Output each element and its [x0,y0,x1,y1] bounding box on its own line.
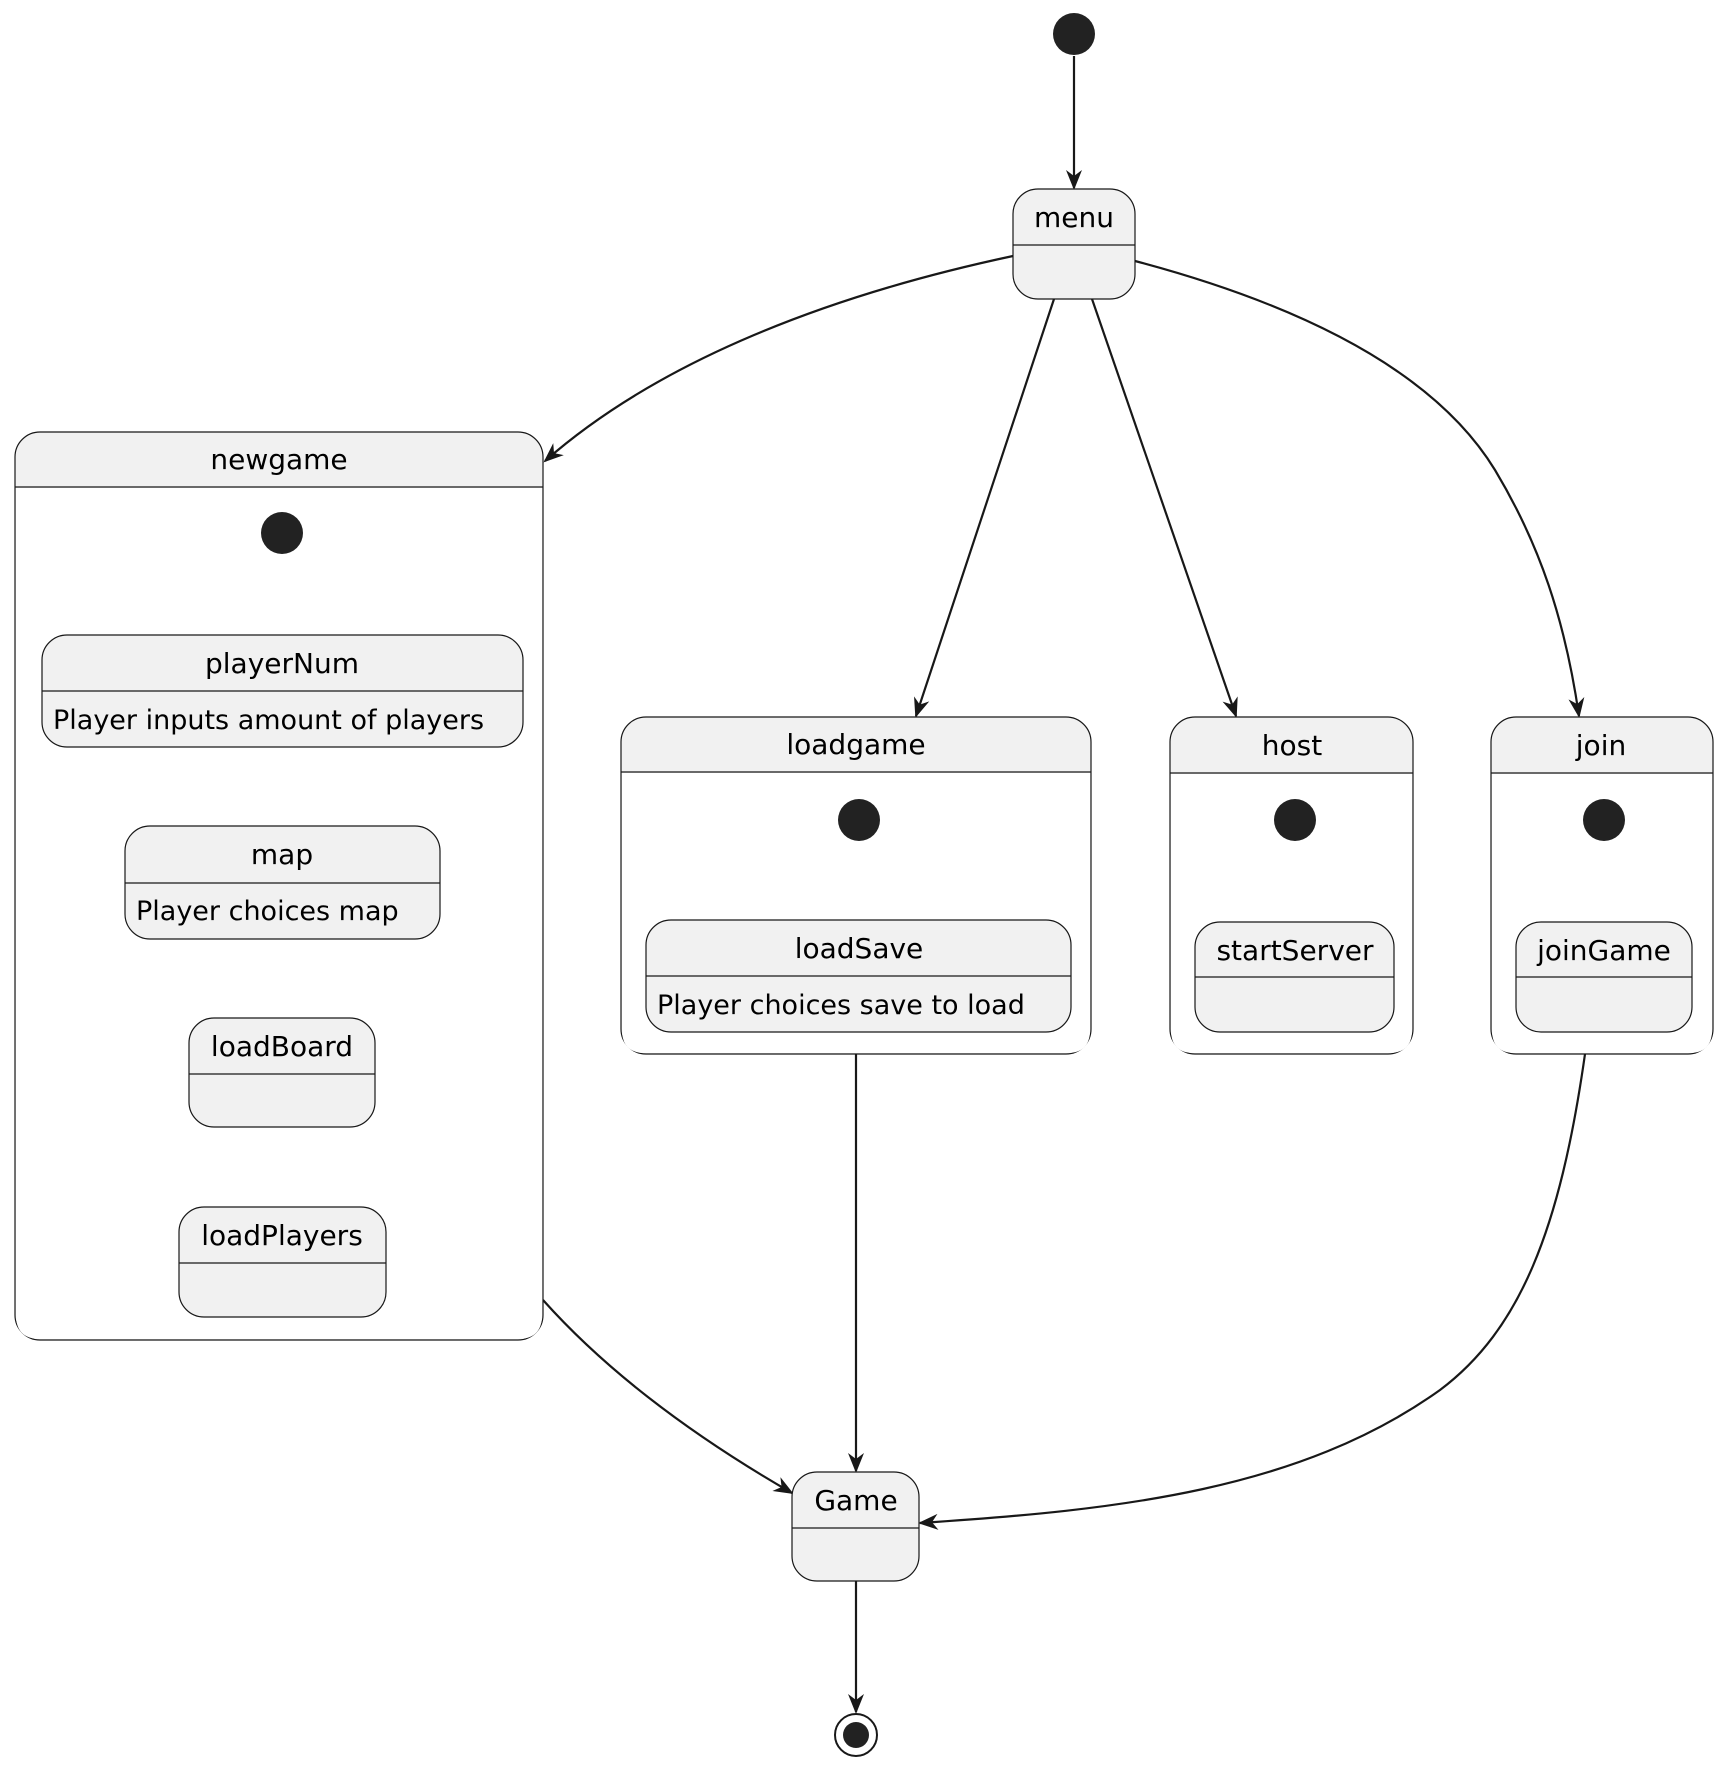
state-join[interactable]: join joinGame [1490,716,1714,1055]
state-newgame[interactable]: newgame playerNum Player inputs amount o… [14,431,544,1341]
state-loadgame[interactable]: loadgame loadSave Player choices save to… [620,716,1092,1055]
state-loadSave[interactable]: loadSave Player choices save to load [645,919,1072,1033]
state-title: Game [814,1484,897,1517]
initial-state-icon [1583,799,1625,841]
state-playerNum[interactable]: playerNum Player inputs amount of player… [41,634,524,748]
state-description: Player choices map [136,896,399,927]
state-title: joinGame [1536,934,1671,967]
initial-state-icon [1274,799,1316,841]
state-title: menu [1034,201,1114,234]
state-title: loadBoard [211,1030,353,1063]
initial-state-icon [838,799,880,841]
state-diagram: menu newgame playerNum Player inputs amo… [14,13,1714,1757]
edge-menu-to-newgame [543,254,1014,463]
initial-state-icon [261,512,303,554]
state-title: loadPlayers [201,1219,363,1252]
state-loadPlayers[interactable]: loadPlayers [178,1206,387,1318]
state-description: Player inputs amount of players [53,705,484,736]
state-loadBoard[interactable]: loadBoard [188,1017,376,1128]
state-map[interactable]: map Player choices map [124,825,441,940]
state-title: startServer [1216,934,1374,967]
state-title: playerNum [205,647,359,680]
state-title: map [251,838,313,871]
state-title: loadSave [795,932,924,965]
state-startServer[interactable]: startServer [1194,921,1395,1033]
state-menu[interactable]: menu [1012,188,1136,300]
edge-menu-to-join [1134,259,1585,718]
edge-menu-to-host [1090,298,1238,718]
state-title: newgame [210,443,347,476]
state-Game[interactable]: Game [791,1471,920,1582]
state-title: loadgame [786,728,925,761]
edge-join-to-Game [918,1053,1587,1530]
state-host[interactable]: host startServer [1169,716,1414,1055]
edge-newgame-to-Game [542,1299,794,1494]
edge-menu-to-loadgame [914,298,1056,718]
state-title: host [1262,729,1322,762]
state-title: join [1575,729,1626,762]
final-state-icon [834,1713,878,1757]
initial-state-icon [1053,13,1095,55]
state-joinGame[interactable]: joinGame [1515,921,1693,1033]
state-description: Player choices save to load [657,990,1025,1021]
